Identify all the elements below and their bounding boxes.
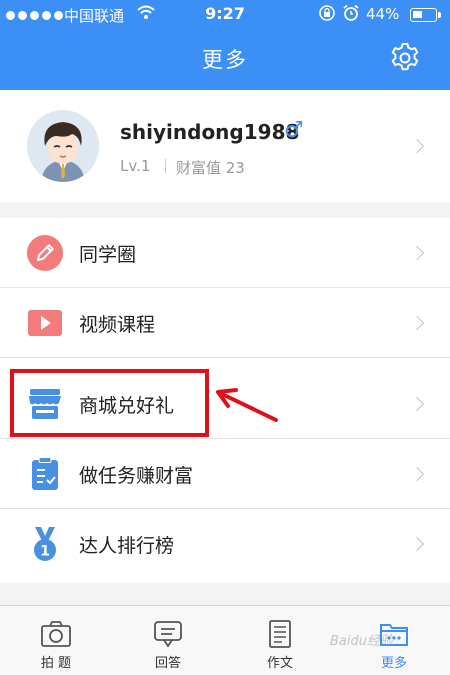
svg-text:1: 1 — [40, 544, 50, 560]
tab-label: 更多 — [380, 656, 407, 671]
chevron-right-icon — [409, 245, 425, 261]
tab-label: 回答 — [154, 656, 181, 671]
tab-label: 拍 题 — [40, 656, 72, 671]
divider — [0, 357, 450, 358]
menu-item-classmates[interactable]: 同学圈 — [0, 218, 450, 288]
menu-item-label: 达人排行榜 — [79, 535, 175, 557]
menu-item-label: 同学圈 — [79, 244, 137, 266]
tab-answer[interactable]: 回答 — [112, 606, 224, 675]
battery-percent: 44% — [366, 5, 400, 23]
rotation-lock-icon — [318, 4, 336, 26]
page-title: 更多 — [202, 48, 248, 72]
camera-icon — [41, 621, 71, 647]
avatar[interactable] — [27, 110, 99, 182]
battery-icon — [410, 8, 441, 22]
chevron-right-icon — [409, 536, 425, 552]
menu-item-leaderboard[interactable]: 1 达人排行榜 — [0, 509, 450, 579]
medal-icon: 1 — [34, 527, 56, 561]
top-bar: 中国联通 9:27 44% 更多 — [0, 0, 450, 90]
wealth-value: 财富值 23 — [176, 159, 245, 177]
menu-item-tasks-wealth[interactable]: 做任务赚财富 — [0, 439, 450, 509]
user-level: Lv.1 — [120, 157, 151, 175]
pencil-icon — [27, 235, 63, 271]
answer-bubble-icon — [154, 621, 182, 648]
tab-label: 作文 — [266, 656, 293, 671]
status-bar: 中国联通 9:27 44% — [0, 0, 450, 30]
menu-item-label: 视频课程 — [79, 314, 156, 336]
menu-item-label: 做任务赚财富 — [79, 465, 194, 487]
settings-gear-icon[interactable] — [389, 42, 421, 74]
profile-card[interactable]: shiyindong1988 ♂ Lv.1 财富值 23 — [0, 90, 450, 202]
video-play-icon — [28, 310, 62, 336]
chevron-right-icon — [409, 315, 425, 331]
alarm-icon — [342, 4, 360, 26]
male-gender-icon: ♂ — [284, 118, 304, 143]
menu-item-video-courses[interactable]: 视频课程 — [0, 288, 450, 358]
chevron-right-icon — [409, 138, 425, 154]
tab-essay[interactable]: 作文 — [224, 606, 336, 675]
highlight-box — [10, 369, 209, 437]
tab-take-photo[interactable]: 拍 题 — [0, 606, 112, 675]
watermark: Baidu经验 — [330, 634, 393, 649]
divider — [165, 159, 166, 173]
document-icon — [269, 620, 291, 648]
chevron-right-icon — [409, 396, 425, 412]
chevron-right-icon — [409, 466, 425, 482]
task-clipboard-icon — [32, 457, 58, 490]
battery-fill — [413, 11, 423, 18]
arrow-annotation-icon — [216, 388, 278, 422]
username: shiyindong1988 — [120, 120, 300, 144]
